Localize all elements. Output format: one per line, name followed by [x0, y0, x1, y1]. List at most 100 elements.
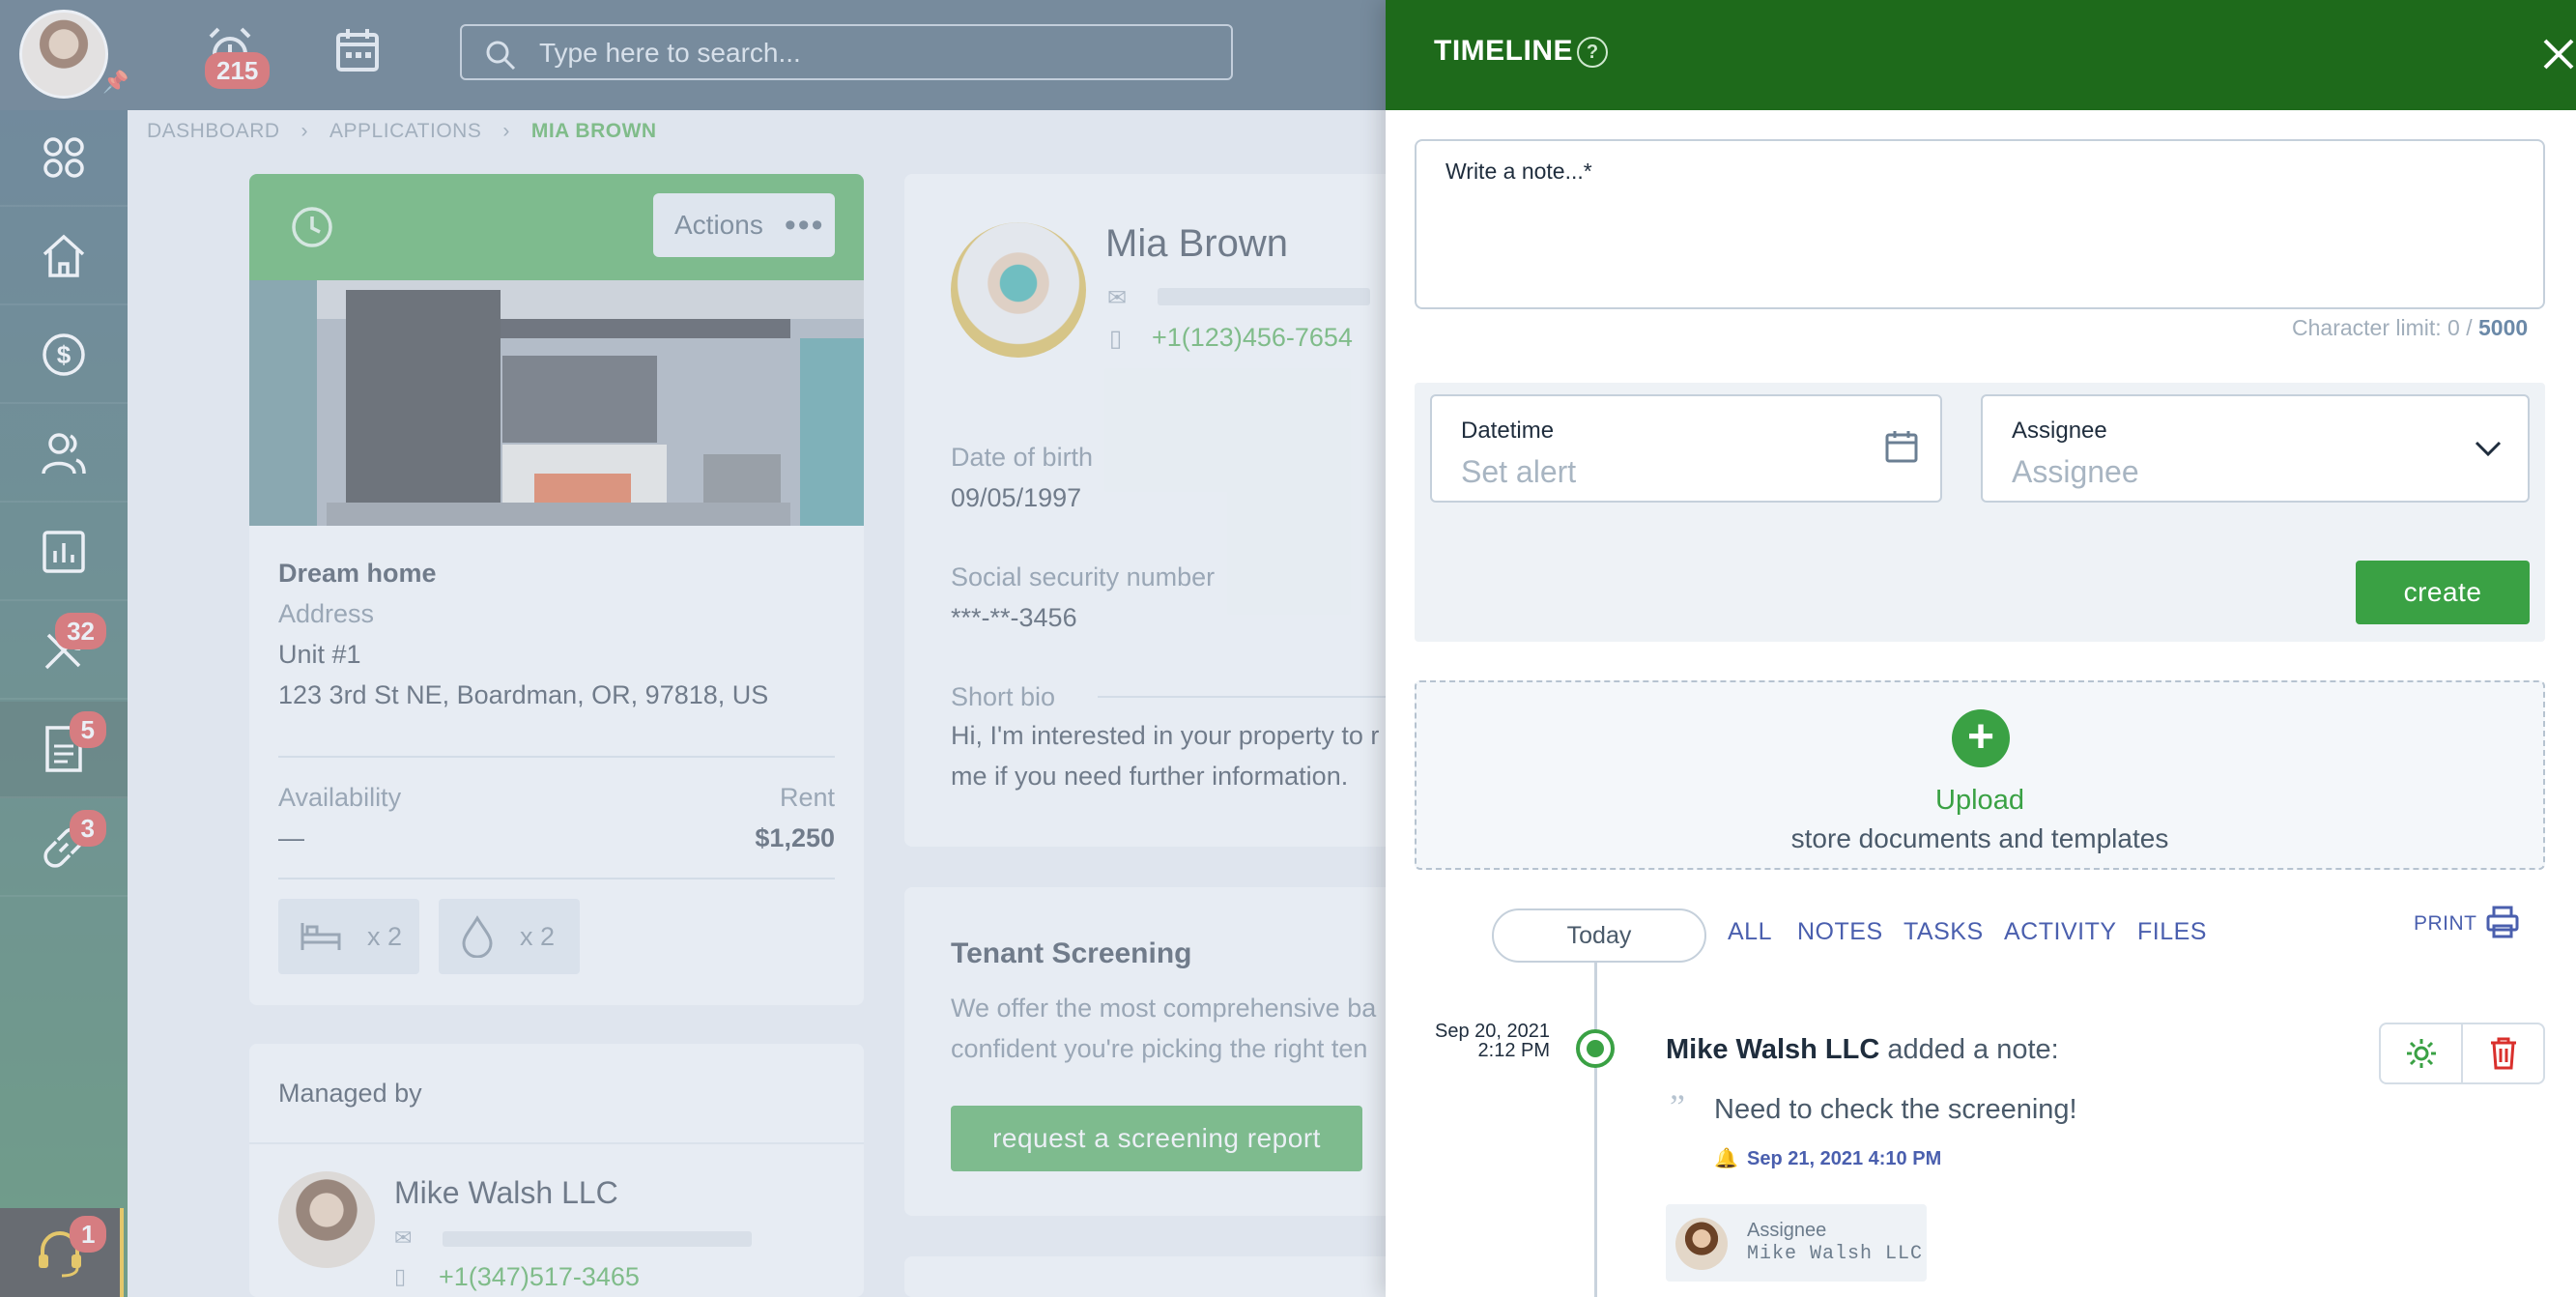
tenant-screening-card: Tenant Screening We offer the most compr…	[904, 887, 1407, 1216]
rent-value: $1,250	[755, 823, 835, 852]
bio-line-2: me if you need further information.	[951, 762, 1349, 791]
mail-icon: ✉	[394, 1225, 413, 1250]
entry-note-text: Need to check the screening!	[1714, 1094, 2077, 1125]
manager-avatar	[278, 1171, 375, 1268]
ssn-value: ***-**-3456	[951, 603, 1077, 632]
alert-options: Datetime Set alert Assignee Assignee cre…	[1415, 383, 2545, 642]
support-button[interactable]: 1	[0, 1208, 124, 1297]
bell-icon: 🔔	[1714, 1148, 1738, 1169]
search-icon	[486, 41, 516, 71]
manager-name[interactable]: Mike Walsh LLC	[394, 1175, 618, 1211]
applicant-card: Mia Brown ✉ ▯ +1(123)456-7654 Date of bi…	[904, 174, 1407, 847]
property-title[interactable]: Dream home	[278, 559, 437, 589]
report-chart-icon	[43, 531, 85, 573]
help-icon[interactable]: ?	[1577, 37, 1608, 68]
links-badge: 3	[69, 810, 106, 847]
entry-alert-time: Sep 21, 2021 4:10 PM	[1747, 1148, 1942, 1169]
sidebar: $ 32 5 3	[0, 110, 128, 1297]
phone-icon: ▯	[394, 1264, 407, 1288]
calendar-icon[interactable]	[1884, 429, 1919, 464]
breadcrumb-applications[interactable]: APPLICATIONS	[329, 120, 481, 143]
assignee-select[interactable]: Assignee Assignee	[1981, 394, 2530, 503]
managed-by-label: Managed by	[278, 1079, 422, 1108]
assignee-chip-label: Assignee	[1747, 1220, 1827, 1241]
rent-label: Rent	[779, 783, 835, 812]
today-pill[interactable]: Today	[1492, 908, 1706, 963]
actions-button[interactable]: Actions •••	[653, 193, 835, 257]
next-card	[904, 1256, 1407, 1297]
printer-icon[interactable]	[2485, 905, 2520, 939]
sidebar-item-properties[interactable]	[0, 209, 128, 305]
chevron-right-icon: ›	[502, 120, 510, 142]
char-limit: Character limit: 0 / 5000	[2292, 315, 2528, 341]
breadcrumb-current: MIA BROWN	[530, 120, 657, 142]
chevron-down-icon	[2475, 441, 2502, 457]
baths-feature: x 2	[439, 899, 580, 974]
tab-notes[interactable]: NOTES	[1797, 918, 1883, 946]
applicant-avatar	[951, 222, 1086, 358]
search-input[interactable]	[539, 36, 1206, 71]
assignee-chip-name: Mike Walsh LLC	[1747, 1243, 1924, 1265]
entry-author[interactable]: Mike Walsh LLC	[1666, 1034, 1879, 1065]
tab-activity[interactable]: ACTIVITY	[2004, 918, 2117, 946]
applications-badge: 5	[69, 711, 106, 748]
dollar-icon: $	[43, 333, 85, 376]
upload-subtext: store documents and templates	[1790, 823, 2169, 853]
note-textarea[interactable]: Write a note...*	[1415, 139, 2545, 309]
entry-time: 2:12 PM	[1477, 1040, 1550, 1061]
manager-phone[interactable]: +1(347)517-3465	[439, 1262, 640, 1292]
search-box[interactable]	[460, 24, 1233, 80]
sidebar-item-links[interactable]: 3	[0, 800, 128, 897]
entry-assignee-chip: Assignee Mike Walsh LLC	[1666, 1204, 1927, 1282]
bio-line-1: Hi, I'm interested in your property to r	[951, 721, 1380, 750]
entry-action: added a note:	[1887, 1034, 2059, 1065]
applicant-phone[interactable]: +1(123)456-7654	[1152, 323, 1353, 353]
sidebar-item-people[interactable]	[0, 406, 128, 503]
breadcrumb-dashboard[interactable]: DASHBOARD	[147, 120, 280, 143]
gear-icon	[2406, 1039, 2436, 1068]
datetime-field[interactable]: Datetime Set alert	[1430, 394, 1942, 503]
assignee-value: Assignee	[2012, 454, 2139, 489]
close-icon[interactable]	[2541, 37, 2576, 72]
tab-tasks[interactable]: TASKS	[1903, 918, 1984, 946]
divider	[249, 1142, 864, 1144]
datetime-label: Datetime	[1461, 418, 1555, 444]
tab-files[interactable]: FILES	[2137, 918, 2207, 946]
timeline-title: TIMELINE	[1434, 35, 1573, 67]
sidebar-item-reports[interactable]	[0, 504, 128, 601]
history-icon[interactable]	[290, 205, 334, 254]
timeline-line	[1594, 963, 1597, 1297]
managed-by-card: Managed by Mike Walsh LLC ✉ ▯ +1(347)517…	[249, 1044, 864, 1297]
timeline-header: TIMELINE ?	[1386, 0, 2576, 110]
create-button[interactable]: create	[2356, 561, 2530, 624]
entry-actions	[2379, 1023, 2545, 1084]
sidebar-item-applications[interactable]: 5	[0, 702, 128, 798]
ssn-label: Social security number	[951, 562, 1216, 591]
beds-feature: x 2	[278, 899, 419, 974]
print-link[interactable]: PRINT	[2414, 912, 2477, 936]
redacted-email	[443, 1231, 752, 1247]
address-text: 123 3rd St NE, Boardman, OR, 97818, US	[278, 680, 769, 709]
property-card-body: Dream home Address Unit #1 123 3rd St NE…	[249, 526, 864, 1005]
upload-dropzone[interactable]: + Upload store documents and templates	[1415, 680, 2545, 870]
sidebar-item-accounting[interactable]: $	[0, 307, 128, 404]
request-screening-button[interactable]: request a screening report	[951, 1106, 1362, 1171]
sidebar-item-dashboard[interactable]	[0, 110, 128, 207]
notification-badge: 215	[205, 52, 271, 89]
delete-button[interactable]	[2463, 1024, 2543, 1082]
availability-value: —	[278, 823, 304, 852]
char-limit-max: 5000	[2478, 315, 2529, 340]
user-avatar[interactable]	[19, 10, 108, 99]
note-placeholder: Write a note...*	[1445, 159, 1592, 184]
plus-icon[interactable]: +	[1952, 709, 2010, 767]
calendar-icon[interactable]	[334, 27, 381, 78]
beds-count: x 2	[367, 921, 403, 951]
upload-label[interactable]: Upload	[1417, 785, 2543, 817]
settings-button[interactable]	[2381, 1024, 2463, 1082]
tab-all[interactable]: ALL	[1728, 918, 1772, 946]
divider	[278, 878, 835, 879]
sidebar-item-maintenance[interactable]: 32	[0, 603, 128, 700]
dob-label: Date of birth	[951, 443, 1094, 472]
divider	[278, 756, 835, 758]
divider	[1098, 696, 1407, 698]
